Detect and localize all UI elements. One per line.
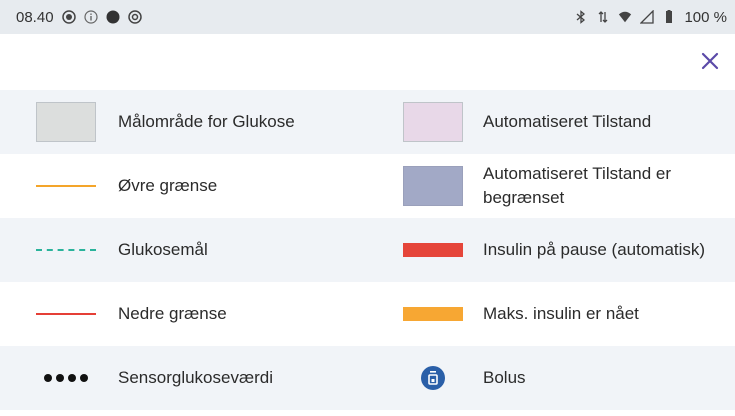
legend-item: Bolus [367,346,734,410]
status-bar: 08.40 100 % [0,0,735,34]
legend-symbol [385,218,481,282]
legend-label: Bolus [483,368,526,387]
radio-button-icon [61,10,76,24]
legend-item: Insulin på pause (automatisk) [367,218,734,282]
legend-label: Maks. insulin er nået [483,304,639,323]
bluetooth-icon [577,10,586,24]
target-range-swatch [36,102,96,142]
dot [80,374,88,382]
legend-item: Automatiseret Tilstand er begrænset [367,154,734,218]
dot [68,374,76,382]
dialog-header [0,34,735,90]
status-time: 08.40 [16,8,54,26]
legend-item: Automatiseret Tilstand [367,90,734,154]
legend-row: Øvre grænse Automatiseret Tilstand er be… [0,154,735,218]
legend-item: Glukosemål [0,218,367,282]
glucose-target-line [36,249,96,251]
legend-item: Sensorglukoseværdi [0,346,367,410]
legend-item: Nedre grænse [0,282,367,346]
legend-label: Insulin på pause (automatisk) [483,240,706,259]
legend-row: Nedre grænse Maks. insulin er nået [0,282,735,346]
battery-icon [666,10,673,23]
upper-limit-line [36,185,96,187]
info-icon [83,10,98,24]
legend-symbol [18,346,114,410]
legend-label: Sensorglukoseværdi [118,368,273,387]
legend-symbol [385,282,481,346]
dot [56,374,64,382]
insulin-paused-bar [403,243,463,257]
sensor-glucose-dots [44,374,88,382]
legend-list: Målområde for Glukose Automatiseret Tils… [0,90,735,410]
max-insulin-bar [403,307,463,321]
legend-item: Øvre grænse [0,154,367,218]
legend-label: Automatiseret Tilstand er begrænset [483,164,672,207]
record-dot-icon [106,10,120,24]
data-transfer-icon [598,11,608,23]
dot [44,374,52,382]
automated-mode-limited-swatch [403,166,463,206]
status-bar-left: 08.40 [16,9,142,26]
legend-symbol [18,154,114,218]
legend-row: Målområde for Glukose Automatiseret Tils… [0,90,735,154]
syringe-icon [428,371,438,385]
legend-label: Automatiseret Tilstand [483,112,652,131]
automated-mode-swatch [403,102,463,142]
legend-label: Øvre grænse [118,176,218,195]
lower-limit-line [36,313,96,315]
legend-symbol [18,90,114,154]
legend-row: Sensorglukoseværdi Bolus [0,346,735,410]
status-bar-right: 100 % [574,9,727,26]
legend-label: Målområde for Glukose [118,112,295,131]
legend-symbol [385,154,481,218]
legend-item: Maks. insulin er nået [367,282,734,346]
close-icon [701,52,719,70]
wifi-icon [619,11,632,23]
legend-label: Glukosemål [118,240,208,259]
legend-symbol [18,218,114,282]
legend-label: Nedre grænse [118,304,227,323]
legend-item: Målområde for Glukose [0,90,367,154]
bolus-icon [421,366,445,390]
legend-row: Glukosemål Insulin på pause (automatisk) [0,218,735,282]
legend-symbol [385,90,481,154]
battery-percent: 100 % [684,8,727,26]
cell-signal-icon [640,10,655,24]
close-button[interactable] [697,48,723,74]
legend-symbol [18,282,114,346]
legend-symbol [385,346,481,410]
sync-icon [127,10,142,24]
